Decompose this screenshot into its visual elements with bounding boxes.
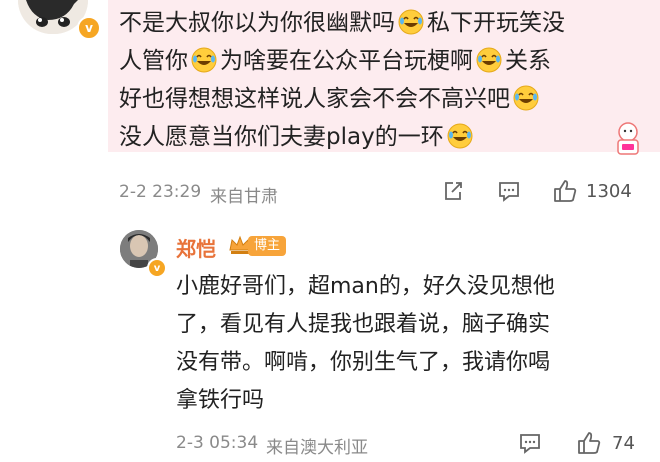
comment-date: 2-2 23:29	[119, 182, 202, 202]
laughing-crying-emoji	[191, 47, 217, 73]
comment-text: 不是大叔你以为你很幽默吗 私下开玩笑没 人管你 为啥要在公众平台玩梗啊 关系 好也得想…	[119, 4, 619, 156]
comment-text-segment: 不是大叔你以为你很幽默吗	[119, 10, 395, 36]
like-icon[interactable]	[576, 430, 602, 456]
laughing-crying-emoji	[476, 47, 502, 73]
comment-text-segment: 人管你	[119, 48, 188, 74]
cartoon-sticker	[617, 122, 639, 155]
reply-source: 来自澳大利亚	[266, 438, 368, 458]
laughing-crying-emoji	[513, 85, 539, 111]
comment-icon[interactable]	[497, 180, 521, 202]
like-count: 74	[612, 433, 635, 454]
reply-text-line: 拿铁行吗	[176, 388, 265, 413]
laughing-crying-emoji	[447, 123, 473, 149]
owner-tag: 博主	[248, 236, 287, 256]
share-icon[interactable]	[442, 180, 464, 202]
reply-text: 小鹿好哥们，超man的，好久没见想他 了，看见有人提我也跟着说，脑子确实 没有带…	[176, 268, 636, 420]
comment-text-segment: 好也得想想这样说人家会不会不高兴吧	[119, 86, 510, 112]
reply-text-line: 了，看见有人提我也跟着说，脑子确实	[176, 312, 551, 337]
comment-source: 来自甘肃	[210, 187, 278, 207]
reply-text-line: 没有带。啊啃，你别生气了，我请你喝	[176, 350, 551, 375]
verified-badge-icon: v	[147, 258, 167, 278]
comment-icon[interactable]	[518, 432, 542, 454]
like-count: 1304	[586, 181, 632, 202]
comment-text-segment: 私下开玩笑没	[427, 10, 565, 36]
laughing-crying-emoji	[398, 9, 424, 35]
verified-badge-icon: v	[77, 16, 101, 40]
comment-text-segment: 为啥要在公众平台玩梗啊	[220, 48, 473, 74]
comment-text-segment: 没人愿意当你们夫妻play的一环	[119, 124, 444, 150]
username[interactable]: 郑恺	[176, 233, 216, 262]
reply-date: 2-3 05:34	[176, 433, 259, 453]
reply-text-line: 小鹿好哥们，超man的，好久没见想他	[176, 274, 555, 299]
like-icon[interactable]	[552, 178, 578, 204]
comment-text-segment: 关系	[505, 48, 551, 74]
